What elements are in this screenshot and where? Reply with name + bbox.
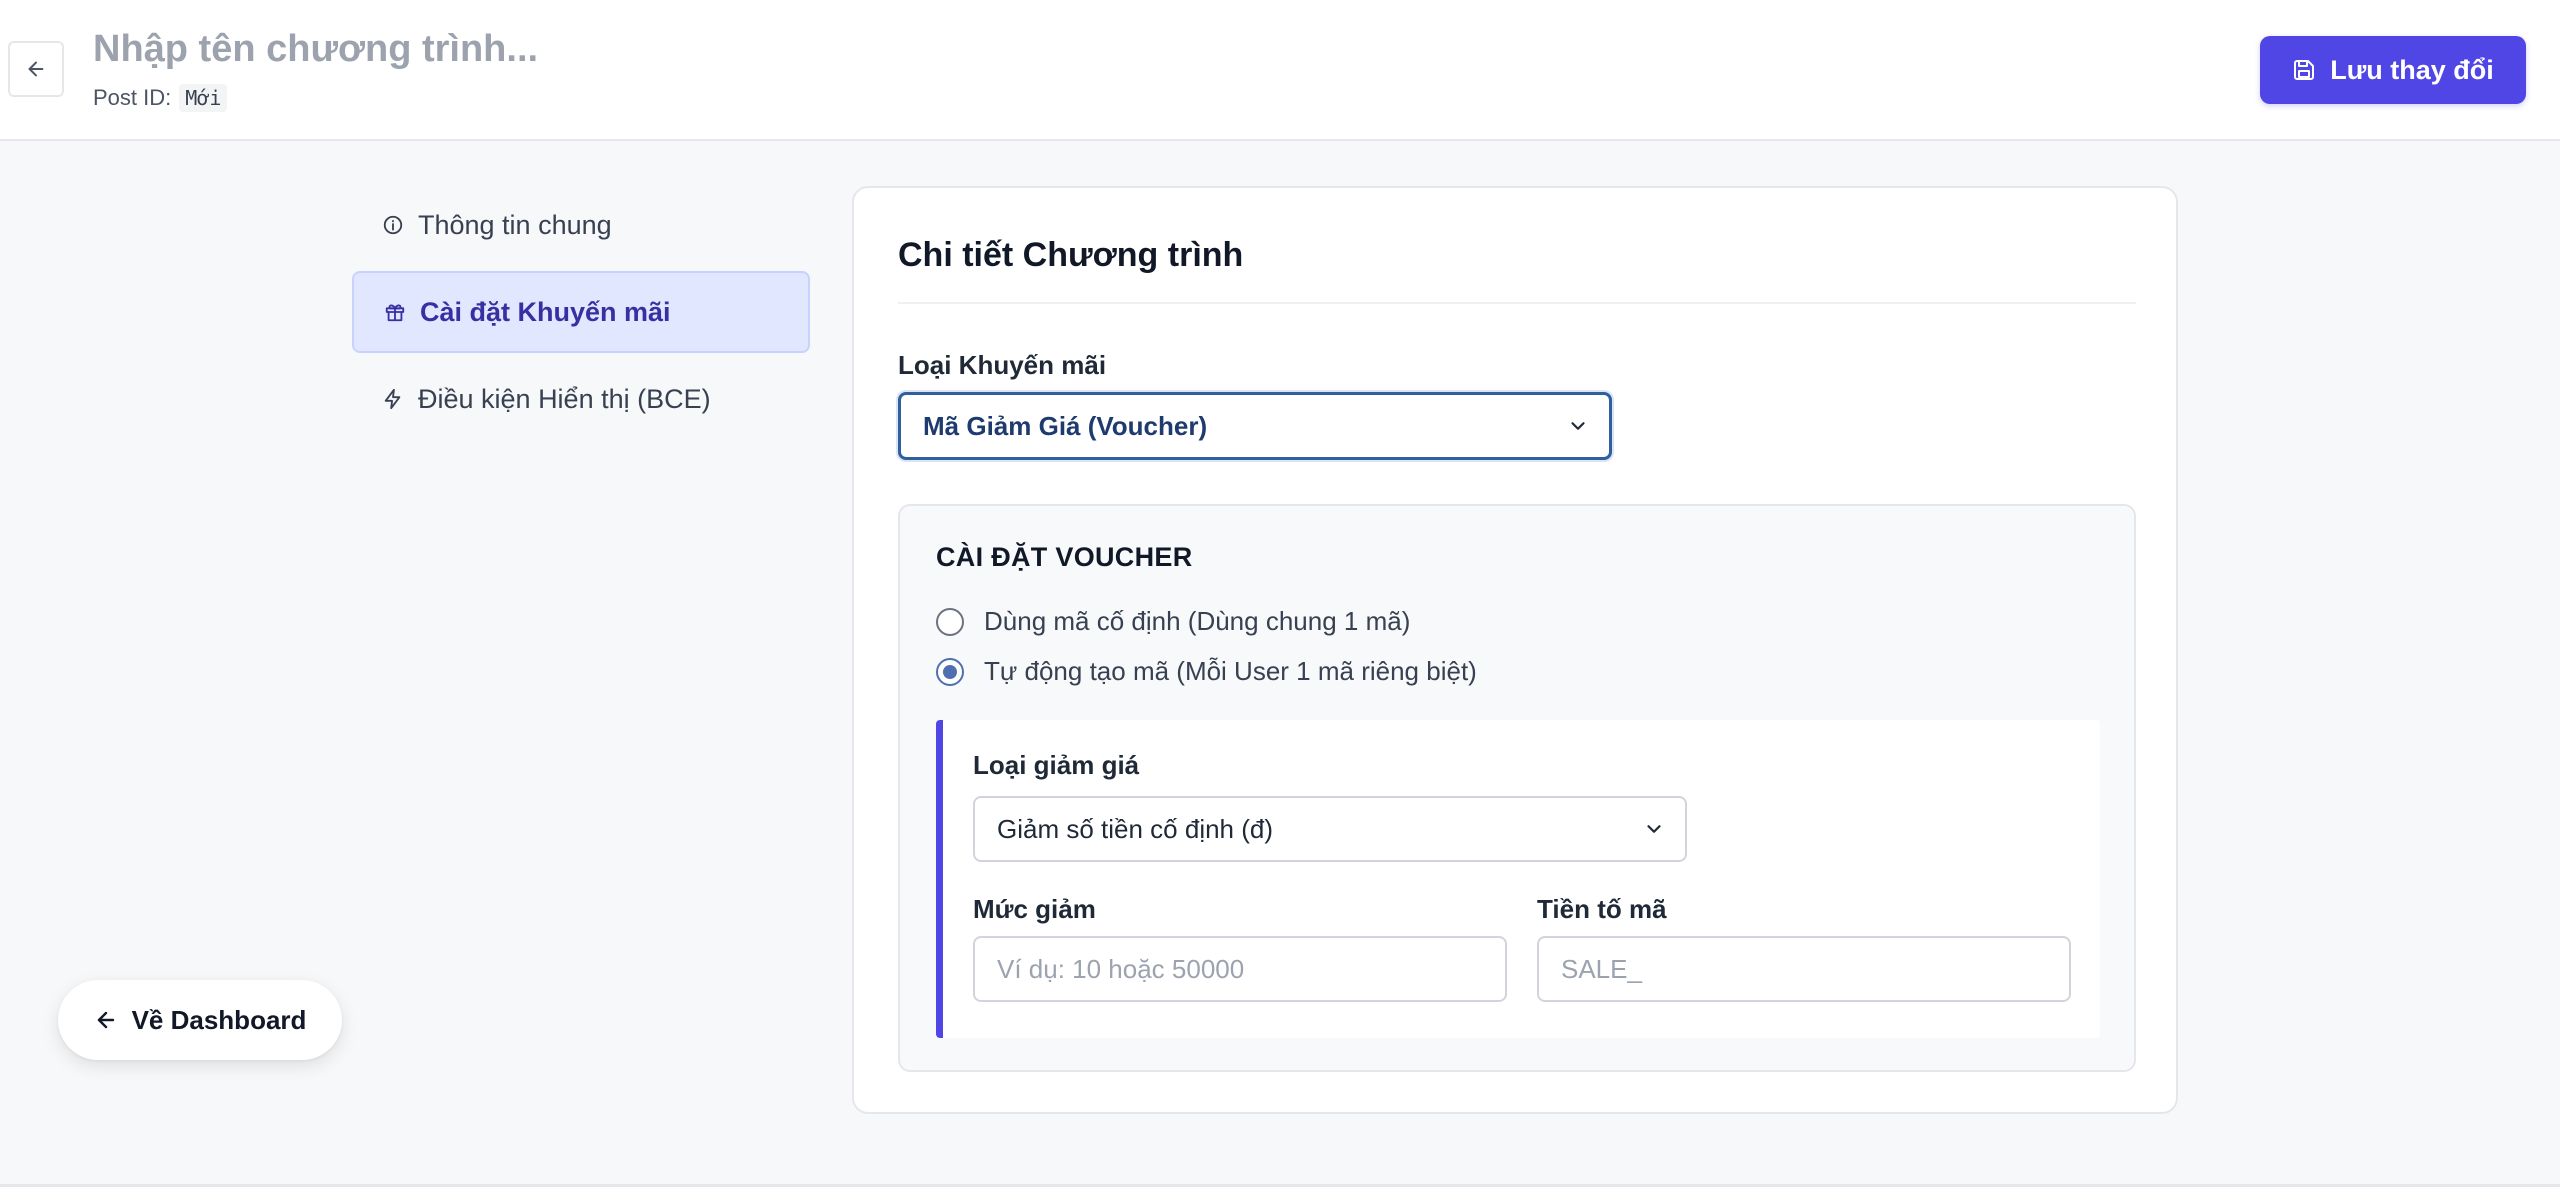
radio-auto-generate[interactable]: Tự động tạo mã (Mỗi User 1 mã riêng biệt… bbox=[936, 656, 1477, 687]
post-id: Post ID: Mới bbox=[93, 84, 228, 112]
discount-type-value: Giảm số tiền cố định (đ) bbox=[997, 813, 1274, 844]
sidebar-item-general-info[interactable]: Thông tin chung bbox=[352, 184, 810, 266]
promo-type-value: Mã Giảm Giá (Voucher) bbox=[923, 410, 1208, 441]
prefix-label: Tiền tố mã bbox=[1537, 894, 1667, 924]
radio-button[interactable] bbox=[936, 657, 964, 686]
radio-button[interactable] bbox=[936, 607, 964, 636]
amount-input[interactable]: Ví dụ: 10 hoặc 50000 bbox=[973, 936, 1507, 1002]
chevron-down-icon bbox=[1647, 825, 1661, 833]
prefix-input[interactable]: SALE_ bbox=[1537, 936, 2071, 1002]
divider bbox=[898, 302, 2136, 304]
save-button-label: Lưu thay đổi bbox=[2330, 54, 2494, 85]
sidebar-item-promotion-settings[interactable]: Cài đặt Khuyến mãi bbox=[352, 271, 810, 353]
voucher-settings-title: CÀI ĐẶT VOUCHER bbox=[936, 542, 1193, 572]
sidebar-item-label: Cài đặt Khuyến mãi bbox=[420, 296, 671, 327]
program-details-card: Chi tiết Chương trình Loại Khuyến mãi Mã… bbox=[852, 186, 2178, 1114]
gift-icon bbox=[385, 304, 405, 322]
discount-type-select[interactable]: Giảm số tiền cố định (đ) bbox=[973, 796, 1687, 862]
chevron-down-icon bbox=[1571, 422, 1585, 430]
post-id-label: Post ID: bbox=[93, 85, 172, 110]
lightning-icon bbox=[384, 388, 401, 410]
top-bar: Nhập tên chương trình... Post ID: Mới Lư… bbox=[0, 0, 2560, 141]
arrow-left-icon bbox=[28, 61, 44, 77]
radio-label: Tự động tạo mã (Mỗi User 1 mã riêng biệt… bbox=[984, 656, 1477, 686]
promo-type-label: Loại Khuyến mãi bbox=[898, 350, 1107, 380]
back-button[interactable] bbox=[8, 41, 64, 97]
amount-label: Mức giảm bbox=[973, 894, 1096, 924]
promo-type-select[interactable]: Mã Giảm Giá (Voucher) bbox=[898, 392, 1612, 460]
card-title: Chi tiết Chương trình bbox=[898, 236, 1244, 274]
discount-type-label: Loại giảm giá bbox=[973, 750, 1140, 780]
sidebar-item-label: Điều kiện Hiển thị (BCE) bbox=[418, 383, 711, 414]
program-title-input[interactable]: Nhập tên chương trình... bbox=[93, 28, 538, 71]
post-id-value: Mới bbox=[179, 84, 228, 112]
info-icon bbox=[383, 215, 403, 235]
back-to-dashboard-button[interactable]: Về Dashboard bbox=[58, 980, 342, 1060]
sidebar-item-label: Thông tin chung bbox=[418, 209, 612, 240]
discount-settings-subpanel: Loại giảm giá Giảm số tiền cố định (đ) M… bbox=[936, 720, 2100, 1038]
sidebar-item-display-conditions[interactable]: Điều kiện Hiển thị (BCE) bbox=[352, 358, 810, 440]
radio-fixed-code[interactable]: Dùng mã cố định (Dùng chung 1 mã) bbox=[936, 606, 1410, 637]
save-button[interactable]: Lưu thay đổi bbox=[2260, 36, 2526, 104]
arrow-left-icon bbox=[97, 1011, 114, 1029]
voucher-settings-panel: CÀI ĐẶT VOUCHER Dùng mã cố định (Dùng ch… bbox=[898, 504, 2136, 1072]
radio-label: Dùng mã cố định (Dùng chung 1 mã) bbox=[984, 606, 1411, 636]
dashboard-button-label: Về Dashboard bbox=[131, 1004, 307, 1035]
save-icon bbox=[2294, 60, 2315, 80]
